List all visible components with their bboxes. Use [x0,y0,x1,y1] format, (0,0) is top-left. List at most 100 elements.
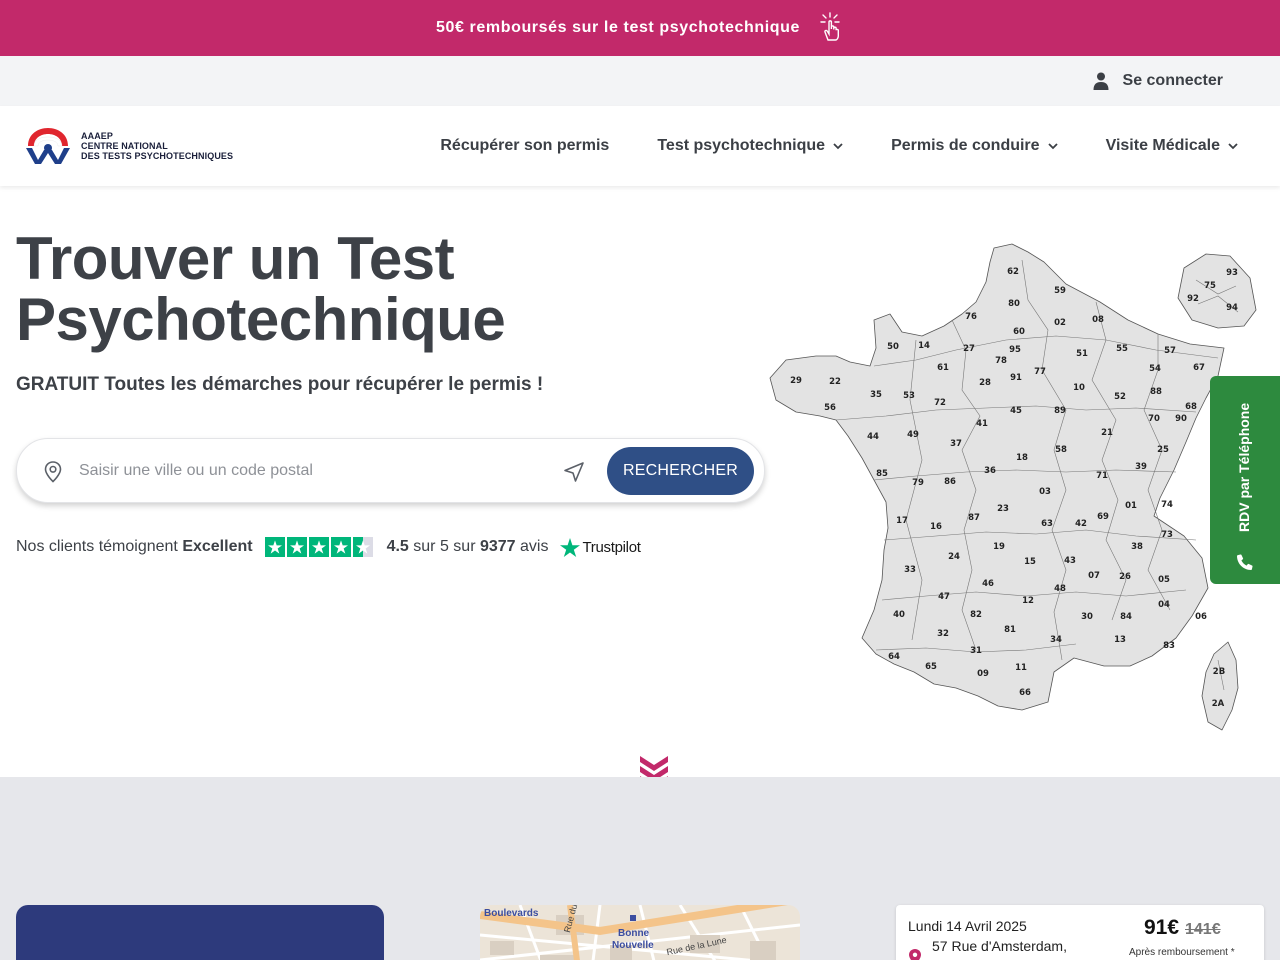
department-label-78[interactable]: 78 [995,356,1007,366]
department-label-48[interactable]: 48 [1054,584,1066,594]
nav-item-visite-medicale[interactable]: Visite Médicale [1106,137,1238,155]
department-label-01[interactable]: 01 [1125,501,1137,511]
department-label-38[interactable]: 38 [1131,542,1143,552]
department-label-85[interactable]: 85 [876,469,888,479]
nav-item-recuperer-permis[interactable]: Récupérer son permis [440,137,609,155]
department-label-91[interactable]: 91 [1010,373,1022,383]
department-label-94[interactable]: 94 [1226,303,1238,313]
promo-banner[interactable]: 50€ remboursés sur le test psychotechniq… [0,0,1280,56]
department-label-11[interactable]: 11 [1015,663,1027,673]
site-logo[interactable]: AAAEP CENTRE NATIONAL DES TESTS PSYCHOTE… [24,126,233,166]
department-label-95[interactable]: 95 [1009,345,1021,355]
department-label-74[interactable]: 74 [1161,500,1173,510]
search-button[interactable]: RECHERCHER [607,447,754,495]
department-label-83[interactable]: 83 [1163,641,1175,651]
department-label-84[interactable]: 84 [1120,612,1132,622]
department-label-10[interactable]: 10 [1073,383,1085,393]
department-label-23[interactable]: 23 [997,504,1009,514]
department-label-89[interactable]: 89 [1054,406,1066,416]
department-label-15[interactable]: 15 [1024,557,1036,567]
department-label-26[interactable]: 26 [1119,572,1131,582]
department-label-22[interactable]: 22 [829,377,841,387]
center-map-thumbnail[interactable]: Boulevards Bonne Nouvelle Rue de la Lune… [480,905,800,960]
department-label-81[interactable]: 81 [1004,625,1016,635]
department-label-93[interactable]: 93 [1226,268,1238,278]
department-label-69[interactable]: 69 [1097,512,1109,522]
department-label-59[interactable]: 59 [1054,286,1066,296]
department-label-53[interactable]: 53 [903,391,915,401]
department-label-88[interactable]: 88 [1150,387,1162,397]
department-label-44[interactable]: 44 [867,432,879,442]
department-label-28[interactable]: 28 [979,378,991,388]
department-label-17[interactable]: 17 [896,516,908,526]
appointment-slot-card[interactable]: Lundi 14 Avril 2025 57 Rue d'Amsterdam, … [896,905,1264,960]
department-label-64[interactable]: 64 [888,652,900,662]
department-label-41[interactable]: 41 [976,419,988,429]
department-label-25[interactable]: 25 [1157,445,1169,455]
department-label-90[interactable]: 90 [1175,414,1187,424]
department-label-80[interactable]: 80 [1008,299,1020,309]
department-label-73[interactable]: 73 [1161,530,1173,540]
login-link[interactable]: Se connecter [1123,72,1223,90]
department-label-14[interactable]: 14 [918,341,930,351]
department-label-56[interactable]: 56 [824,403,836,413]
department-label-55[interactable]: 55 [1116,344,1128,354]
department-label-79[interactable]: 79 [912,478,924,488]
department-label-18[interactable]: 18 [1016,453,1028,463]
department-label-47[interactable]: 47 [938,592,950,602]
department-label-36[interactable]: 36 [984,466,996,476]
department-label-02[interactable]: 02 [1054,318,1066,328]
department-label-07[interactable]: 07 [1088,571,1100,581]
department-label-2A[interactable]: 2A [1212,699,1225,709]
nav-item-test-psychotechnique[interactable]: Test psychotechnique [657,137,843,155]
department-label-58[interactable]: 58 [1055,445,1067,455]
department-label-46[interactable]: 46 [982,579,994,589]
department-label-49[interactable]: 49 [907,430,919,440]
department-label-66[interactable]: 66 [1019,688,1031,698]
department-label-31[interactable]: 31 [970,646,982,656]
department-label-43[interactable]: 43 [1064,556,1076,566]
department-label-51[interactable]: 51 [1076,349,1088,359]
department-label-52[interactable]: 52 [1114,392,1126,402]
department-label-77[interactable]: 77 [1034,367,1046,377]
france-departments-map[interactable]: 62 59 80 02 08 76 60 50 14 27 95 51 55 57 67 93 75 92 94 29… [766,240,1260,734]
department-label-62[interactable]: 62 [1007,267,1019,277]
department-label-33[interactable]: 33 [904,565,916,575]
department-label-37[interactable]: 37 [950,439,962,449]
search-input[interactable] [79,457,549,485]
department-label-65[interactable]: 65 [925,662,937,672]
department-label-75[interactable]: 75 [1204,281,1216,291]
trustpilot-reviews[interactable]: Nos clients témoignent Excellent 4.5 sur… [16,536,641,558]
department-label-71[interactable]: 71 [1096,471,1108,481]
department-label-70[interactable]: 70 [1148,414,1160,424]
department-label-60[interactable]: 60 [1013,327,1025,337]
department-label-50[interactable]: 50 [887,342,899,352]
department-label-82[interactable]: 82 [970,610,982,620]
department-label-68[interactable]: 68 [1185,402,1197,412]
department-label-29[interactable]: 29 [790,376,802,386]
department-label-13[interactable]: 13 [1114,635,1126,645]
department-label-05[interactable]: 05 [1158,575,1170,585]
rdv-telephone-tab[interactable]: RDV par Téléphone [1210,376,1280,584]
department-label-92[interactable]: 92 [1187,294,1199,304]
department-label-32[interactable]: 32 [937,629,949,639]
department-label-16[interactable]: 16 [930,522,942,532]
department-label-04[interactable]: 04 [1158,600,1170,610]
department-label-40[interactable]: 40 [893,610,905,620]
department-label-67[interactable]: 67 [1193,363,1205,373]
department-label-30[interactable]: 30 [1081,612,1093,622]
department-label-61[interactable]: 61 [937,363,949,373]
department-label-76[interactable]: 76 [965,312,977,322]
department-label-35[interactable]: 35 [870,390,882,400]
promo-card[interactable] [16,905,384,960]
department-label-87[interactable]: 87 [968,513,980,523]
department-label-19[interactable]: 19 [993,542,1005,552]
department-label-2B[interactable]: 2B [1213,667,1225,677]
department-label-03[interactable]: 03 [1039,487,1051,497]
geolocate-icon[interactable] [563,461,585,483]
department-label-12[interactable]: 12 [1022,596,1034,606]
department-label-45[interactable]: 45 [1010,406,1022,416]
department-label-57[interactable]: 57 [1164,346,1176,356]
department-label-09[interactable]: 09 [977,669,989,679]
department-label-24[interactable]: 24 [948,552,960,562]
